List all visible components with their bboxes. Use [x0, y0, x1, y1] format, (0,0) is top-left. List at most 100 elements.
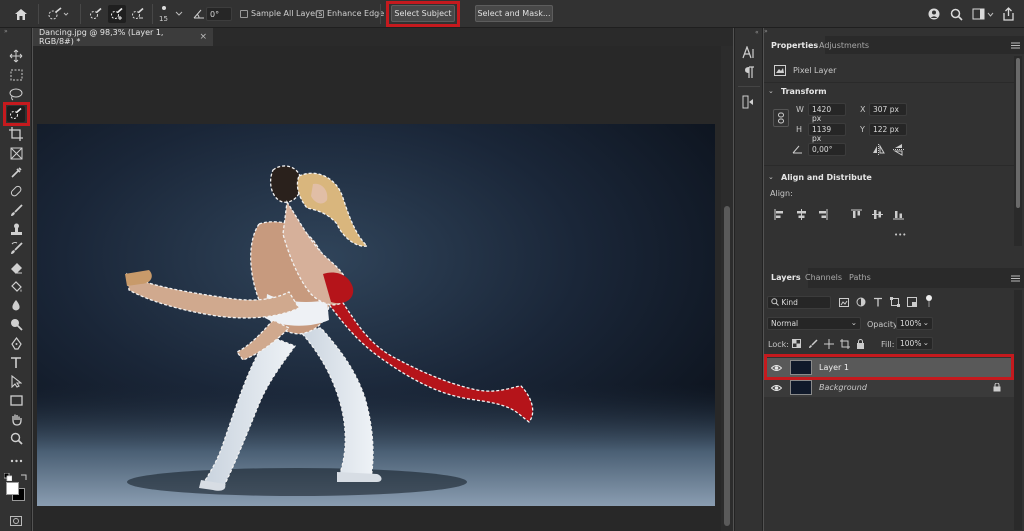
brush-size-dot-icon[interactable] — [158, 3, 170, 13]
layer-row-background[interactable]: Background — [764, 378, 1014, 397]
filter-toggle-icon[interactable] — [924, 294, 934, 308]
blur-tool-icon[interactable] — [7, 297, 25, 313]
zoom-tool-icon[interactable] — [7, 430, 25, 446]
align-left-edges-icon[interactable] — [773, 208, 785, 220]
move-tool-icon[interactable] — [7, 48, 25, 64]
brush-tool-icon[interactable] — [7, 202, 25, 218]
lock-transparent-pixels-icon[interactable] — [791, 338, 802, 349]
workspace-icon[interactable] — [970, 6, 986, 22]
rotation-input[interactable]: 0,00° — [808, 143, 846, 156]
flip-horizontal-icon[interactable] — [871, 143, 885, 156]
angle-input[interactable]: 0° — [206, 7, 232, 21]
filter-smart-objects-icon[interactable] — [906, 296, 918, 308]
frame-tool-icon[interactable] — [7, 145, 25, 161]
panel-menu-icon[interactable] — [1010, 40, 1020, 50]
lock-image-pixels-icon[interactable] — [807, 338, 818, 349]
search-icon[interactable] — [948, 6, 964, 22]
filter-type-layers-icon[interactable] — [872, 296, 884, 308]
sample-all-layers-checkbox[interactable] — [240, 10, 248, 18]
chevron-down-icon[interactable] — [986, 9, 994, 19]
align-vertical-centers-icon[interactable] — [871, 208, 883, 220]
properties-scrollbar[interactable] — [1014, 56, 1022, 246]
scrollbar-thumb[interactable] — [1016, 58, 1020, 208]
fill-input[interactable]: 100% ⌄ — [896, 337, 933, 350]
marquee-tool-icon[interactable] — [7, 67, 25, 83]
lock-artboard-icon[interactable] — [839, 338, 850, 349]
libraries-panel-icon[interactable] — [740, 94, 758, 110]
more-options-icon[interactable]: ••• — [894, 231, 906, 239]
crop-tool-icon[interactable] — [7, 126, 25, 142]
lasso-tool-icon[interactable] — [7, 86, 25, 102]
layer-filter-kind-select[interactable]: Kind — [767, 296, 831, 309]
pen-tool-icon[interactable] — [7, 335, 25, 351]
more-tools-icon[interactable] — [7, 453, 25, 469]
hand-tool-icon[interactable] — [7, 411, 25, 427]
filter-shape-layers-icon[interactable] — [889, 296, 901, 308]
canvas-vertical-scrollbar[interactable] — [721, 46, 733, 531]
layer-name: Layer 1 — [819, 363, 849, 372]
blend-mode-select[interactable]: Normal ⌄ — [767, 317, 861, 330]
link-dimensions-icon[interactable] — [773, 109, 789, 127]
home-icon[interactable] — [12, 6, 30, 22]
align-right-edges-icon[interactable] — [816, 208, 828, 220]
discover-icon[interactable] — [926, 6, 942, 22]
panel-menu-icon[interactable] — [1010, 273, 1020, 283]
lock-position-icon[interactable] — [823, 338, 834, 349]
flip-vertical-icon[interactable] — [891, 143, 905, 156]
layers-scrollbar[interactable] — [1014, 290, 1022, 530]
height-input[interactable]: 1139 px — [808, 123, 846, 143]
layer-row-layer-1[interactable]: Layer 1 — [764, 358, 1014, 377]
paragraph-panel-icon[interactable] — [740, 64, 758, 80]
x-input[interactable]: 307 px — [869, 103, 907, 116]
new-selection-icon[interactable] — [88, 6, 104, 22]
visibility-eye-icon[interactable] — [770, 382, 782, 393]
healing-brush-tool-icon[interactable] — [7, 183, 25, 199]
opacity-input[interactable]: 100% ⌄ — [896, 317, 933, 330]
filter-pixel-layers-icon[interactable] — [838, 296, 850, 308]
transform-chevron-icon[interactable]: ⌄ — [768, 87, 774, 95]
divider — [152, 4, 153, 24]
swap-colors-icon[interactable] — [19, 472, 28, 481]
eraser-tool-icon[interactable] — [7, 259, 25, 275]
y-input[interactable]: 122 px — [869, 123, 907, 136]
collapse-dock-icon[interactable]: « — [755, 29, 759, 36]
align-horizontal-centers-icon[interactable] — [795, 208, 807, 220]
document-tab-bar: Dancing.jpg @ 98,3% (Layer 1, RGB/8#) * … — [33, 28, 733, 46]
path-selection-tool-icon[interactable] — [7, 373, 25, 389]
tab-paths[interactable]: Paths — [842, 268, 878, 288]
align-chevron-icon[interactable]: ⌄ — [768, 173, 774, 181]
align-top-edges-icon[interactable] — [850, 208, 862, 220]
align-bottom-edges-icon[interactable] — [892, 208, 904, 220]
visibility-eye-icon[interactable] — [770, 362, 782, 373]
dodge-tool-icon[interactable] — [7, 316, 25, 332]
lock-all-icon[interactable] — [855, 338, 866, 349]
paint-bucket-tool-icon[interactable] — [7, 278, 25, 294]
quick-selection-tool-icon[interactable] — [7, 106, 25, 122]
rectangle-tool-icon[interactable] — [7, 392, 25, 408]
history-brush-tool-icon[interactable] — [7, 240, 25, 256]
character-panel-icon[interactable] — [740, 44, 758, 60]
add-to-selection-icon[interactable] — [108, 5, 126, 23]
width-input[interactable]: 1420 px — [808, 103, 846, 123]
enhance-edge-checkbox[interactable] — [316, 10, 324, 18]
share-icon[interactable] — [1000, 5, 1016, 22]
type-tool-icon[interactable] — [7, 354, 25, 370]
clone-stamp-tool-icon[interactable] — [7, 221, 25, 237]
quick-mask-icon[interactable] — [9, 515, 23, 527]
scrollbar-thumb[interactable] — [724, 206, 730, 526]
foreground-color-swatch[interactable] — [6, 482, 19, 495]
default-colors-icon[interactable] — [4, 473, 12, 481]
collapse-toolbar-icon[interactable]: » — [4, 28, 8, 35]
subtract-from-selection-icon[interactable] — [130, 6, 146, 22]
select-subject-button[interactable]: Select Subject — [391, 5, 455, 22]
quick-selection-preset-icon[interactable] — [46, 6, 70, 22]
tab-adjustments[interactable]: Adjustments — [812, 36, 876, 54]
chevron-down-icon[interactable] — [174, 9, 184, 19]
close-icon[interactable]: × — [199, 32, 207, 42]
document-image[interactable] — [37, 124, 715, 506]
collapse-panels-icon[interactable]: » — [764, 28, 768, 35]
eyedropper-tool-icon[interactable] — [7, 164, 25, 180]
filter-adjustment-layers-icon[interactable] — [855, 296, 867, 308]
document-tab[interactable]: Dancing.jpg @ 98,3% (Layer 1, RGB/8#) * … — [33, 28, 213, 46]
select-and-mask-button[interactable]: Select and Mask... — [475, 5, 553, 22]
